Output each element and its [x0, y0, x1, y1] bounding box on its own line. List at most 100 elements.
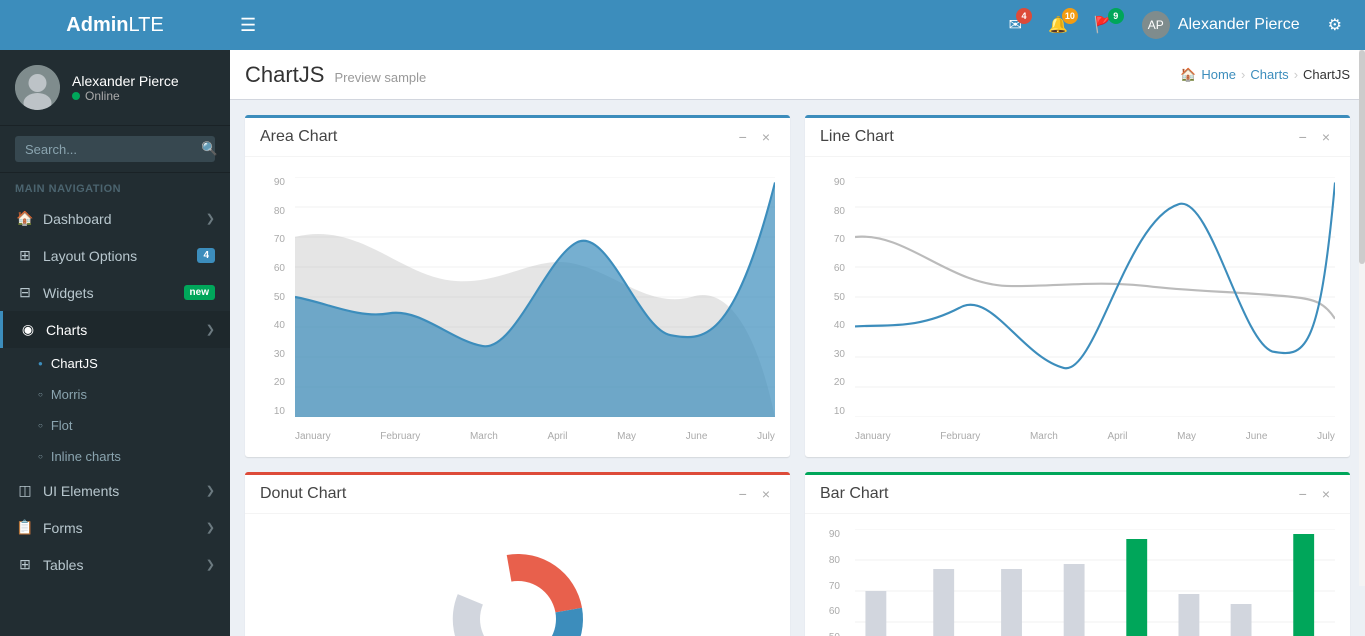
ui-icon: ◫: [15, 482, 35, 499]
widgets-label: Widgets: [43, 285, 176, 301]
breadcrumb-sep1: ›: [1241, 67, 1245, 82]
navbar-right: ✉4 🔔10 🚩9 AP Alexander Pierce ⚙: [1001, 6, 1350, 44]
scrollbar-thumb[interactable]: [1359, 50, 1365, 264]
inline-charts-dot: ○: [38, 452, 43, 461]
sidebar-item-widgets[interactable]: ⊟ Widgets new: [0, 274, 230, 311]
widgets-badge: new: [184, 285, 215, 300]
status-text: Online: [85, 89, 120, 103]
sidebar: Alexander Pierce Online 🔍 MAIN NAVIGATIO…: [0, 50, 230, 636]
page-title-group: ChartJS Preview sample: [245, 62, 426, 88]
line-chart-minimize[interactable]: −: [1294, 128, 1312, 146]
area-y-labels: 90 80 70 60 50 40 30 20 10: [255, 177, 290, 417]
line-chart-close[interactable]: ×: [1317, 128, 1335, 146]
bar-chart-title: Bar Chart: [820, 485, 888, 503]
user-name-navbar: Alexander Pierce: [1178, 16, 1300, 34]
layout-icon: ⊞: [15, 247, 35, 264]
bar-chart-svg: [855, 529, 1335, 636]
donut-chart-header: Donut Chart − ×: [245, 475, 790, 514]
forms-label: Forms: [43, 520, 198, 536]
main-wrapper: Alexander Pierce Online 🔍 MAIN NAVIGATIO…: [0, 50, 1365, 636]
email-badge: 4: [1016, 8, 1032, 24]
morris-dot: ○: [38, 390, 43, 399]
top-navbar: AdminLTE ☰ ✉4 🔔10 🚩9 AP Alexander Pierce…: [0, 0, 1365, 50]
line-chart-svg: [855, 177, 1335, 417]
content-header: ChartJS Preview sample 🏠 Home › Charts ›…: [230, 50, 1365, 100]
donut-chart-tools: − ×: [734, 485, 775, 503]
user-panel: Alexander Pierce Online: [0, 50, 230, 126]
sidebar-item-dashboard[interactable]: 🏠 Dashboard ❯: [0, 200, 230, 237]
forms-arrow: ❯: [206, 521, 215, 534]
inline-charts-label: Inline charts: [51, 449, 121, 464]
morris-label: Morris: [51, 387, 87, 402]
sidebar-item-charts[interactable]: ◉ Charts ❯: [0, 311, 230, 348]
line-chart-box: Line Chart − × 90 80 70 60 50: [805, 115, 1350, 457]
breadcrumb-home-link[interactable]: Home: [1201, 67, 1236, 82]
donut-chart-box: Donut Chart − ×: [245, 472, 790, 636]
flags-button[interactable]: 🚩9: [1086, 10, 1122, 40]
charts-label: Charts: [46, 322, 198, 338]
user-avatar-small: AP: [1142, 11, 1170, 39]
breadcrumb-charts-link[interactable]: Charts: [1250, 67, 1288, 82]
donut-chart-minimize[interactable]: −: [734, 485, 752, 503]
line-chart-container: 90 80 70 60 50 40 30 20 10: [815, 167, 1340, 447]
breadcrumb-current: ChartJS: [1303, 67, 1350, 82]
sidebar-item-morris[interactable]: ○ Morris: [0, 379, 230, 410]
chartjs-dot: ●: [38, 359, 43, 368]
widgets-icon: ⊟: [15, 284, 35, 301]
flot-dot: ○: [38, 421, 43, 430]
user-menu[interactable]: AP Alexander Pierce: [1132, 6, 1310, 44]
bar-chart-box: Bar Chart − × 90 80 70 60 50: [805, 472, 1350, 636]
dashboard-label: Dashboard: [43, 211, 198, 227]
donut-chart-svg: [408, 539, 628, 636]
flot-label: Flot: [51, 418, 73, 433]
search-form: 🔍: [15, 136, 215, 162]
bar-chart-close[interactable]: ×: [1317, 485, 1335, 503]
breadcrumb-home-icon: 🏠: [1180, 67, 1196, 83]
line-x-labels: January February March April May June Ju…: [855, 431, 1335, 442]
notifications-badge: 10: [1062, 8, 1078, 24]
brand-lte: LTE: [129, 14, 164, 36]
bar-chart-tools: − ×: [1294, 485, 1335, 503]
area-x-labels: January February March April May June Ju…: [295, 431, 775, 442]
page-title: ChartJS: [245, 62, 324, 88]
notifications-button[interactable]: 🔔10: [1040, 10, 1076, 40]
dashboard-arrow: ❯: [206, 212, 215, 225]
sidebar-item-chartjs[interactable]: ● ChartJS: [0, 348, 230, 379]
content-wrapper: ChartJS Preview sample 🏠 Home › Charts ›…: [230, 50, 1365, 636]
donut-chart-close[interactable]: ×: [757, 485, 775, 503]
charts-arrow: ❯: [206, 323, 215, 336]
email-button[interactable]: ✉4: [1001, 10, 1030, 40]
sidebar-toggle-button[interactable]: ☰: [230, 10, 266, 41]
area-chart-body: 90 80 70 60 50 40 30 20 10: [245, 157, 790, 457]
user-status: Online: [72, 89, 179, 103]
sidebar-item-tables[interactable]: ⊞ Tables ❯: [0, 546, 230, 583]
avatar-image: [15, 65, 60, 110]
sidebar-item-inline-charts[interactable]: ○ Inline charts: [0, 441, 230, 472]
breadcrumb: 🏠 Home › Charts › ChartJS: [1180, 67, 1350, 83]
line-chart-tools: − ×: [1294, 128, 1335, 146]
chartjs-label: ChartJS: [51, 356, 98, 371]
dashboard-icon: 🏠: [15, 210, 35, 227]
search-input[interactable]: [25, 142, 201, 157]
line-y-labels: 90 80 70 60 50 40 30 20 10: [815, 177, 850, 417]
content-body: Area Chart − × 90 80 70 60 50: [230, 100, 1365, 636]
sidebar-item-flot[interactable]: ○ Flot: [0, 410, 230, 441]
area-chart-minimize[interactable]: −: [734, 128, 752, 146]
user-info: Alexander Pierce Online: [72, 73, 179, 103]
sidebar-item-layout[interactable]: ⊞ Layout Options 4: [0, 237, 230, 274]
forms-icon: 📋: [15, 519, 35, 536]
donut-chart-container: [255, 524, 780, 636]
sidebar-item-ui-elements[interactable]: ◫ UI Elements ❯: [0, 472, 230, 509]
status-indicator: [72, 92, 80, 100]
settings-button[interactable]: ⚙: [1320, 10, 1350, 40]
area-chart-close[interactable]: ×: [757, 128, 775, 146]
area-chart-container: 90 80 70 60 50 40 30 20 10: [255, 167, 780, 447]
scrollbar-track[interactable]: [1359, 50, 1365, 586]
tables-arrow: ❯: [206, 558, 215, 571]
donut-chart-title: Donut Chart: [260, 485, 346, 503]
search-button[interactable]: 🔍: [201, 141, 218, 157]
sidebar-item-forms[interactable]: 📋 Forms ❯: [0, 509, 230, 546]
sidebar-username: Alexander Pierce: [72, 73, 179, 89]
area-chart-header: Area Chart − ×: [245, 118, 790, 157]
bar-chart-minimize[interactable]: −: [1294, 485, 1312, 503]
